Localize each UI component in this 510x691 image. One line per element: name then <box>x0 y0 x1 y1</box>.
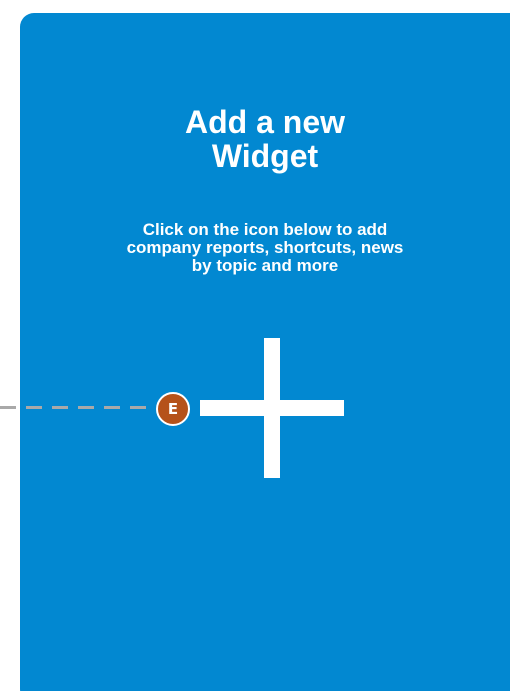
widget-description-line: company reports, shortcuts, news <box>126 238 404 257</box>
widget-title-line: Widget <box>211 138 319 174</box>
widget-title-line: Add a new <box>184 104 345 140</box>
add-widget-card: Add a new Widget Click on the icon below… <box>20 13 510 691</box>
widget-title: Add a new Widget <box>20 105 510 173</box>
page: Add a new Widget Click on the icon below… <box>0 0 510 691</box>
callout-badge: E <box>156 392 190 426</box>
callout-leader-line <box>0 406 148 409</box>
widget-description-line: by topic and more <box>191 256 339 275</box>
widget-description: Click on the icon below to add company r… <box>20 221 510 275</box>
plus-icon-vertical-bar <box>264 338 280 478</box>
add-widget-button[interactable] <box>200 338 344 478</box>
widget-description-line: Click on the icon below to add <box>142 220 388 239</box>
